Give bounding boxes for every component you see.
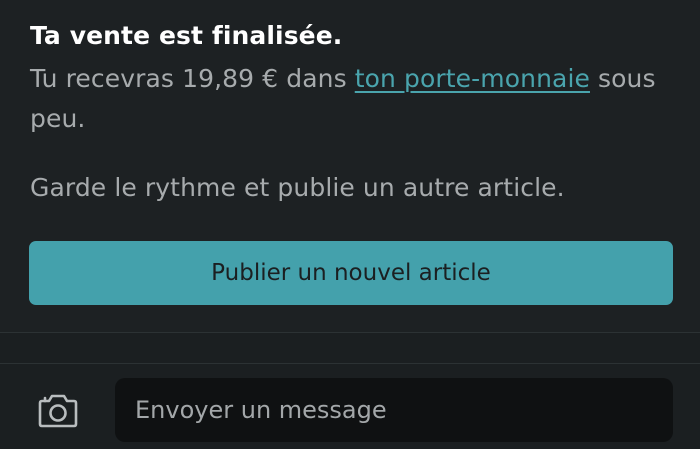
message-input[interactable]: [115, 378, 673, 442]
camera-button[interactable]: [36, 393, 80, 429]
sale-body-text: Tu recevras 19,89 € dans ton porte-monna…: [30, 59, 670, 139]
encourage-text: Garde le rythme et publie un autre artic…: [30, 173, 565, 202]
divider: [0, 332, 700, 333]
message-composer: [0, 364, 700, 449]
publish-new-item-button[interactable]: Publier un nouvel article: [29, 241, 673, 305]
sale-body-prefix: Tu recevras 19,89 € dans: [30, 64, 355, 93]
sale-message-panel: Ta vente est finalisée. Tu recevras 19,8…: [0, 0, 700, 332]
sale-title: Ta vente est finalisée.: [30, 21, 343, 50]
camera-icon: [38, 394, 78, 428]
wallet-link[interactable]: ton porte-monnaie: [355, 64, 590, 93]
